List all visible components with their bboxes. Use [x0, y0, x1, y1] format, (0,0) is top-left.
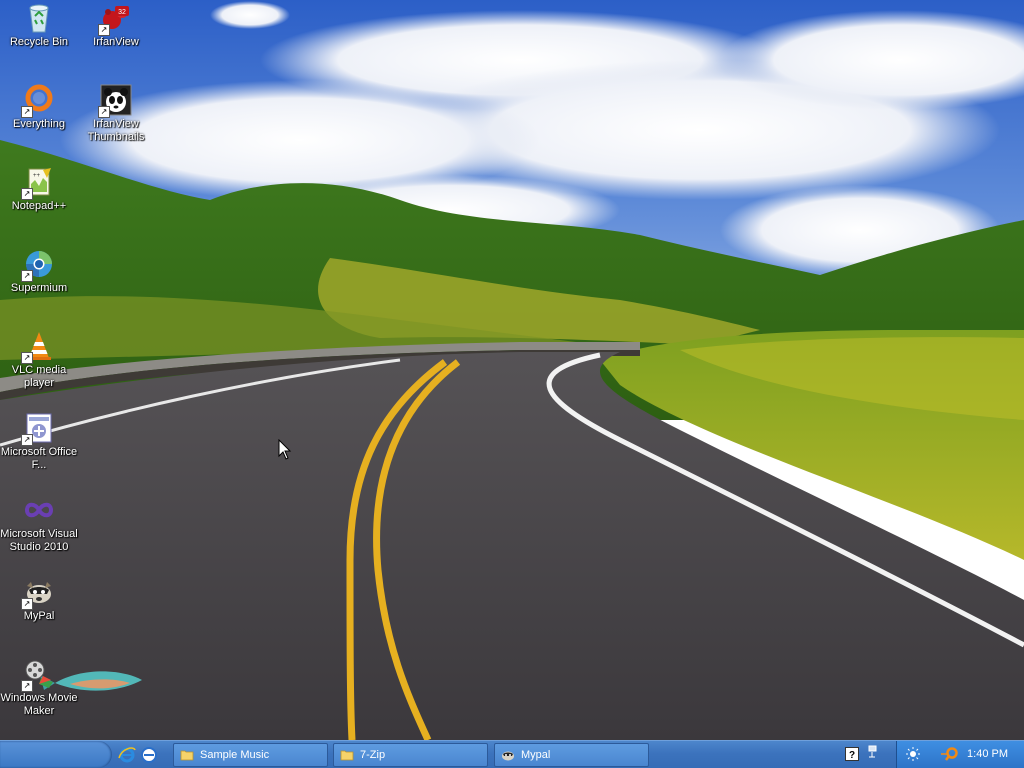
desktop-icon-label: Recycle Bin	[9, 36, 69, 48]
desktop-icon-label: Supermium	[10, 282, 68, 294]
desktop-icon-everything[interactable]: ↗ Everything	[0, 84, 78, 131]
svg-text:?: ?	[849, 750, 855, 761]
search-icon[interactable]	[941, 745, 959, 763]
desktop-icon-label: VLC media player	[11, 364, 67, 389]
network-icon[interactable]	[866, 745, 880, 759]
taskbar-button-7-zip[interactable]: 7-Zip	[333, 743, 488, 767]
desktop-icon-label: Windows Movie Maker	[0, 692, 78, 717]
notification-area: 1:40 PM	[896, 741, 1024, 768]
taskbar-button-sample-music[interactable]: Sample Music	[173, 743, 328, 767]
internet-explorer-icon[interactable]	[118, 746, 136, 764]
desktop-icon-vlc[interactable]: ↗ VLC media player	[0, 330, 78, 390]
taskbar-button-label: 7-Zip	[360, 749, 386, 761]
irfanview-badge: 32	[118, 9, 126, 16]
visual-studio-icon	[24, 502, 54, 518]
shortcut-arrow-icon: ↗	[21, 434, 33, 446]
svg-text:++: ++	[33, 173, 41, 179]
desktop-icon-label: Notepad++	[11, 200, 67, 212]
desktop[interactable]: Recycle Bin 32 ↗ IrfanView ↗ Everything	[0, 0, 1024, 768]
start-button[interactable]	[0, 741, 112, 768]
shortcut-arrow-icon: ↗	[98, 24, 110, 36]
desktop-icon-label: IrfanView	[93, 36, 139, 48]
desktop-icon-windows-movie-maker[interactable]: ↗ Windows Movie Maker	[0, 658, 78, 718]
folder-icon	[180, 750, 194, 761]
clock[interactable]: 1:40 PM	[967, 748, 1008, 760]
folder-icon	[340, 750, 354, 761]
shortcut-arrow-icon: ↗	[21, 598, 33, 610]
taskbar: Sample Music 7-Zip Mypal ? 1:40 PM	[0, 740, 1024, 768]
desktop-icon-label: Microsoft Visual Studio 2010	[0, 528, 78, 553]
desktop-icon-label: Microsoft Office F...	[0, 446, 78, 471]
shortcut-arrow-icon: ↗	[21, 188, 33, 200]
show-desktop-icon[interactable]	[140, 746, 158, 764]
system-tray: ? 1:40 PM	[840, 741, 1024, 768]
desktop-icon-irfanview-thumbnails[interactable]: ↗ IrfanView Thumbnails	[77, 84, 155, 144]
taskbar-button-label: Mypal	[521, 749, 551, 761]
mypal-icon	[502, 751, 514, 761]
quick-launch	[118, 744, 158, 766]
desktop-icon-visual-studio[interactable]: Microsoft Visual Studio 2010	[0, 494, 78, 554]
desktop-icon-mypal[interactable]: ↗ MyPal	[0, 576, 78, 623]
desktop-icon-notepad-plus-plus[interactable]: ++ ↗ Notepad++	[0, 166, 78, 213]
taskbar-button-mypal[interactable]: Mypal	[494, 743, 649, 767]
help-icon[interactable]: ?	[845, 747, 859, 761]
recycle-bin-icon	[29, 4, 49, 33]
shortcut-arrow-icon: ↗	[21, 106, 33, 118]
taskbar-button-label: Sample Music	[200, 749, 270, 761]
shortcut-arrow-icon: ↗	[21, 270, 33, 282]
desktop-icon-label: MyPal	[23, 610, 55, 622]
shortcut-arrow-icon: ↗	[21, 680, 33, 692]
desktop-icon-label: IrfanView Thumbnails	[87, 118, 145, 143]
desktop-icon-microsoft-office[interactable]: ↗ Microsoft Office F...	[0, 412, 78, 472]
desktop-icon-supermium[interactable]: ↗ Supermium	[0, 248, 78, 295]
shortcut-arrow-icon: ↗	[21, 352, 33, 364]
desktop-icon-recycle-bin[interactable]: Recycle Bin	[0, 2, 78, 49]
brightness-icon[interactable]	[905, 746, 921, 762]
mouse-cursor-icon	[278, 439, 292, 460]
desktop-icon-irfanview[interactable]: 32 ↗ IrfanView	[77, 2, 155, 49]
desktop-icon-label: Everything	[13, 118, 65, 130]
shortcut-arrow-icon: ↗	[98, 106, 110, 118]
